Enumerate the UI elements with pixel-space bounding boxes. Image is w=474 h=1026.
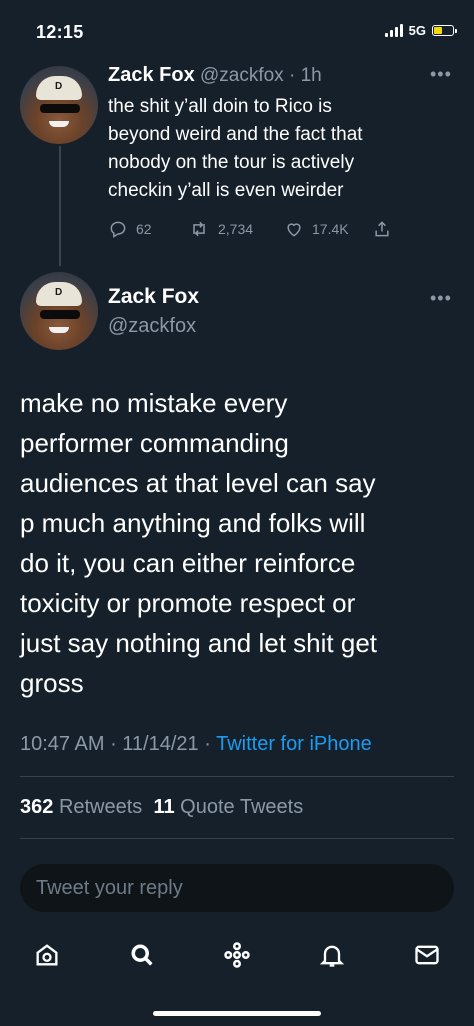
status-indicators: 5G — [384, 23, 457, 38]
like-button[interactable]: 17.4K — [284, 219, 372, 239]
reply-input[interactable]: Tweet your reply — [20, 864, 454, 912]
quote-tweets-link[interactable]: 11 Quote Tweets — [153, 796, 303, 818]
home-indicator — [153, 1011, 321, 1016]
tweet-actions: 62 2,734 17.4K — [108, 219, 408, 239]
tweet-text-line: just say nothing and let shit get — [20, 628, 378, 658]
tweet-meta: 10:47 AM · 11/14/21 · Twitter for iPhone — [20, 733, 372, 755]
tweet-text-line: the shit y’all doin to Rico is — [108, 96, 332, 117]
divider — [20, 776, 454, 777]
battery-icon — [432, 25, 457, 36]
more-options-icon[interactable]: ••• — [430, 288, 452, 309]
engagement-counts: 362 Retweets 11 Quote Tweets — [20, 796, 303, 819]
tweet-text-line: beyond weird and the fact that — [108, 124, 363, 145]
time-ago: 1h — [300, 65, 322, 86]
tweet-text-line: do it, you can either reinforce — [20, 548, 356, 578]
share-icon — [375, 221, 389, 237]
thread-connector — [59, 146, 61, 266]
retweet-button[interactable]: 2,734 — [188, 219, 284, 239]
handle: @zackfox — [108, 315, 197, 337]
display-name[interactable]: Zack Fox — [108, 64, 195, 86]
retweets-label: Retweets — [58, 796, 143, 818]
tweet-text-line: p much anything and folks will — [20, 508, 366, 538]
avatar[interactable]: D — [20, 66, 98, 144]
heart-icon — [287, 223, 301, 237]
tweet-text-line: checkin y’all is even weirder — [108, 180, 344, 201]
quote-label: Quote Tweets — [180, 796, 304, 818]
tweet-date: 11/14/21 — [122, 733, 199, 755]
like-count: 17.4K — [312, 221, 349, 237]
retweet-count: 2,734 — [218, 221, 254, 237]
notifications-icon[interactable] — [318, 941, 346, 969]
retweet-total: 362 — [20, 796, 54, 818]
tab-bar — [0, 930, 474, 980]
tweet-text-line: performer commanding — [20, 428, 289, 458]
parent-tweet-text: the shit y’all doin to Rico is beyond we… — [108, 93, 458, 205]
tweet-time: 10:47 AM — [20, 733, 105, 755]
tweet-text-line: nobody on the tour is actively — [108, 152, 355, 173]
reply-icon — [110, 221, 126, 238]
quote-total: 11 — [153, 796, 175, 818]
more-options-icon[interactable]: ••• — [430, 64, 452, 85]
home-icon[interactable] — [33, 941, 61, 969]
tweet-text-line: audiences at that level can say — [20, 468, 376, 498]
signal-icon — [384, 24, 403, 37]
tweet-text-line: gross — [20, 668, 84, 698]
handle: @zackfox — [199, 65, 284, 86]
tweet-source-link[interactable]: Twitter for iPhone — [216, 733, 372, 755]
main-tweet-author[interactable]: Zack Fox @zackfox — [108, 285, 199, 338]
reply-button[interactable]: 62 — [108, 219, 188, 239]
spaces-icon[interactable] — [222, 940, 252, 970]
search-icon[interactable] — [128, 941, 156, 969]
messages-icon[interactable] — [413, 941, 441, 969]
retweets-link[interactable]: 362 Retweets — [20, 796, 142, 818]
share-button[interactable] — [372, 219, 392, 239]
network-type: 5G — [408, 23, 426, 38]
tweet-text-line: make no mistake every — [20, 388, 288, 418]
display-name: Zack Fox — [108, 285, 200, 308]
tweet-text-line: toxicity or promote respect or — [20, 588, 356, 618]
status-time: 12:15 — [36, 22, 84, 42]
main-tweet-text: make no mistake every performer commandi… — [20, 383, 460, 703]
retweet-icon — [193, 221, 205, 237]
divider — [20, 838, 454, 839]
reply-count: 62 — [136, 221, 152, 237]
avatar[interactable]: D — [20, 272, 98, 350]
parent-tweet-header: Zack Fox @zackfox · 1h — [108, 64, 322, 86]
